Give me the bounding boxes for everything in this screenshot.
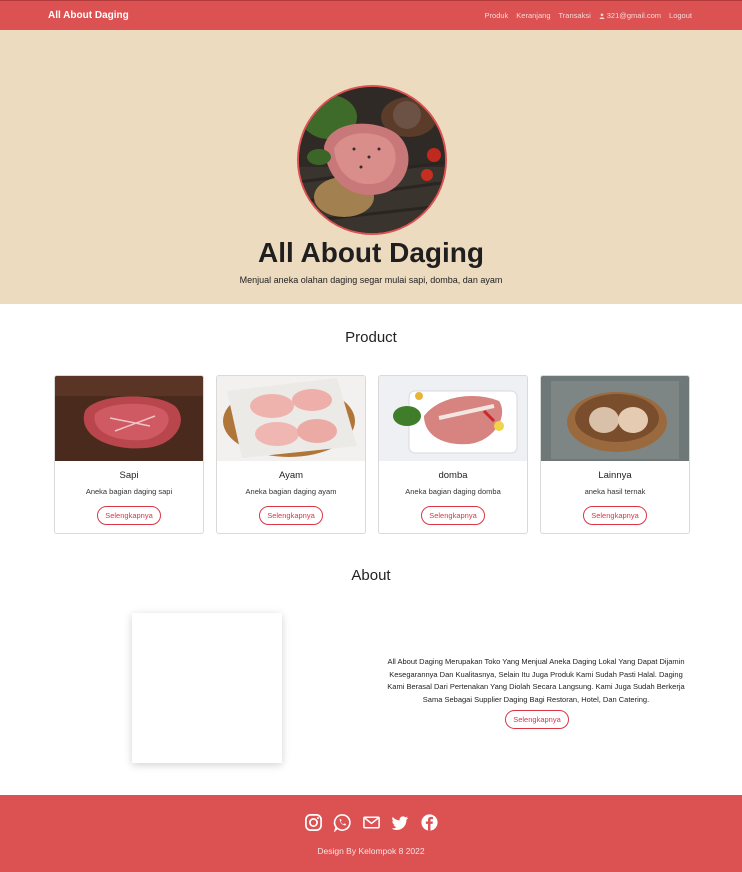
nav-links: Produk Keranjang Transaksi 321@gmail.com…: [485, 11, 692, 20]
product-image-lainnya: [541, 376, 689, 461]
selengkapnya-button[interactable]: Selengkapnya: [421, 506, 485, 525]
product-description: Aneka bagian daging domba: [405, 487, 501, 496]
footer: Design By Kelompok 8 2022: [0, 795, 742, 872]
about-heading: About: [351, 567, 391, 584]
user-icon: [599, 12, 605, 19]
product-title: Lainnya: [598, 470, 632, 481]
about-selengkapnya-button[interactable]: Selengkapnya: [505, 710, 569, 729]
copyright-text: Design By Kelompok 8 2022: [317, 846, 425, 856]
hero-meat-image: [297, 85, 447, 235]
product-image-sapi: [55, 376, 203, 461]
product-card-sapi: Sapi Aneka bagian daging sapi Selengkapn…: [54, 375, 204, 534]
instagram-icon[interactable]: [304, 813, 323, 832]
brand-logo[interactable]: All About Daging: [48, 10, 129, 21]
product-title: Ayam: [278, 470, 304, 481]
nav-link-transaksi[interactable]: Transaksi: [559, 11, 591, 20]
selengkapnya-button[interactable]: Selengkapnya: [259, 506, 323, 525]
about-image: [132, 613, 282, 763]
product-description: aneka hasil ternak: [584, 487, 646, 496]
product-heading: Product: [345, 329, 397, 346]
social-icons: [0, 813, 742, 833]
navbar: All About Daging Produk Keranjang Transa…: [0, 0, 742, 30]
product-image-ayam: [217, 376, 365, 461]
product-description: Aneka bagian daging ayam: [245, 487, 337, 496]
mail-icon[interactable]: [362, 813, 381, 832]
facebook-icon[interactable]: [420, 813, 439, 832]
product-card-domba: domba Aneka bagian daging domba Selengka…: [378, 375, 528, 534]
selengkapnya-button[interactable]: Selengkapnya: [583, 506, 647, 525]
twitter-icon[interactable]: [390, 813, 410, 832]
whatsapp-icon[interactable]: [333, 813, 352, 833]
product-title: domba: [438, 470, 468, 481]
logout-link[interactable]: Logout: [669, 11, 692, 20]
user-email: 321@gmail.com: [606, 11, 662, 20]
product-title: Sapi: [119, 470, 139, 481]
nav-link-produk[interactable]: Produk: [485, 11, 509, 20]
about-description: All About Daging Merupakan Toko Yang Men…: [387, 657, 685, 704]
product-card-ayam: Ayam Aneka bagian daging ayam Selengkapn…: [216, 375, 366, 534]
hero-title: All About Daging: [257, 237, 485, 268]
nav-link-keranjang[interactable]: Keranjang: [516, 11, 550, 20]
hero-section: All About Daging Menjual aneka olahan da…: [0, 30, 742, 304]
hero-subtitle: Menjual aneka olahan daging segar mulai …: [239, 275, 503, 285]
product-card-lainnya: Lainnya aneka hasil ternak Selengkapnya: [540, 375, 690, 534]
nav-user[interactable]: 321@gmail.com: [599, 11, 661, 20]
product-image-domba: [379, 376, 527, 461]
selengkapnya-button[interactable]: Selengkapnya: [97, 506, 161, 525]
product-description: Aneka bagian daging sapi: [85, 487, 173, 496]
